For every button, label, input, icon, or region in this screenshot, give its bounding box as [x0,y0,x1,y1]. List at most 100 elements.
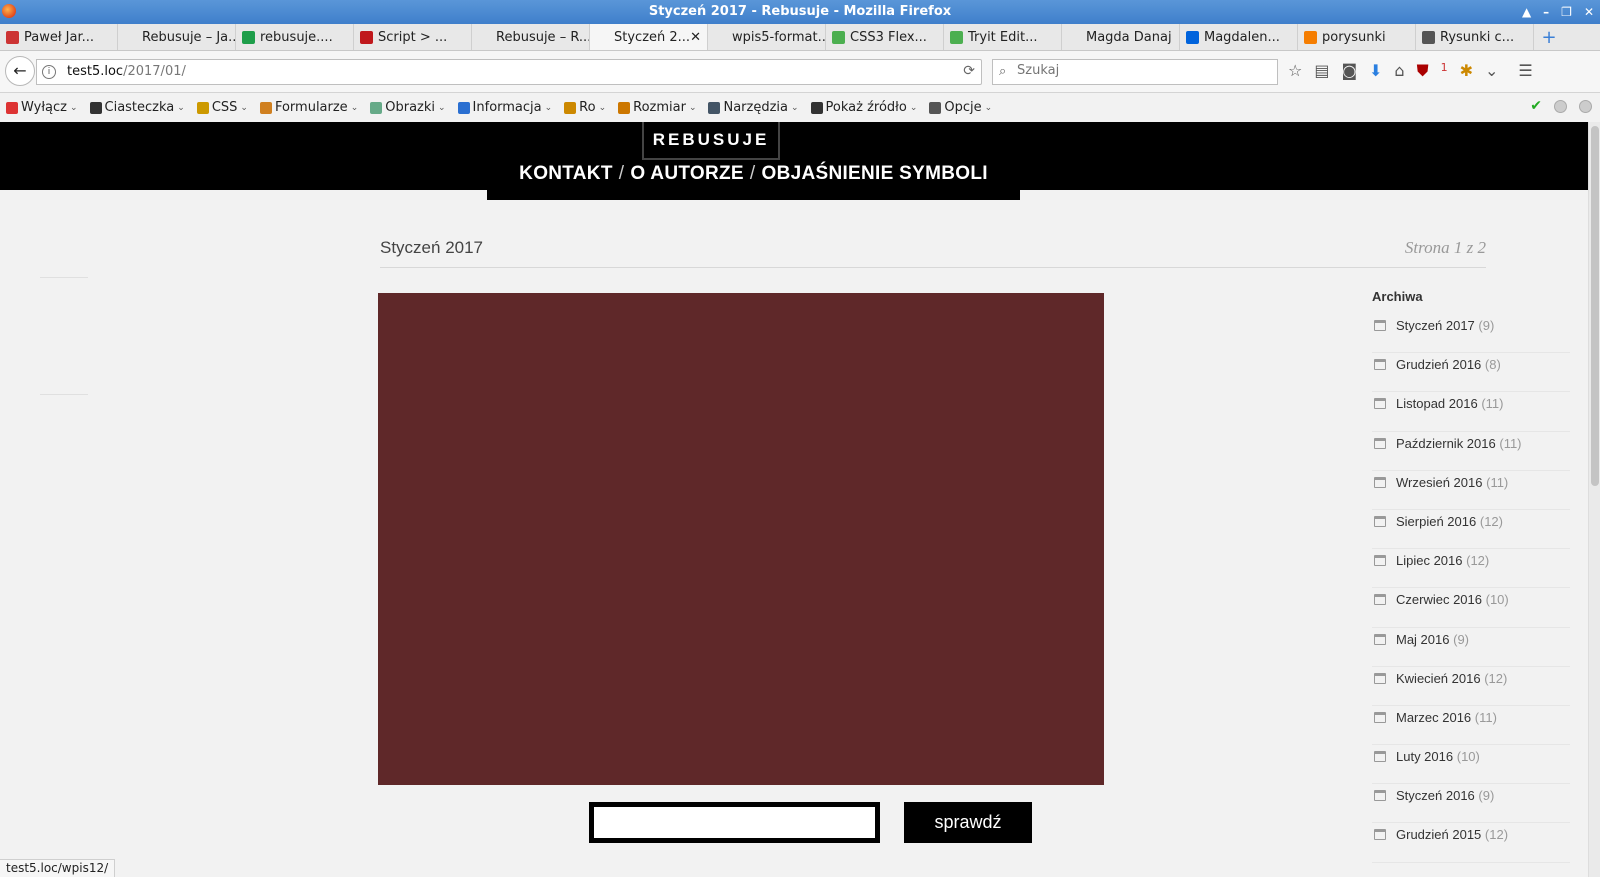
tab-9[interactable]: Magda Danaj [1062,24,1180,50]
tab-4[interactable]: Rebusuje – R... [472,24,590,50]
archive-item: Wrzesień 2016 (11) [1372,471,1570,510]
url-text[interactable]: test5.loc/2017/01/ [67,64,186,79]
devbar-menu-1[interactable]: Ciasteczka ⌄ [84,100,191,115]
menu-separator: / [749,163,756,184]
site-info-icon[interactable]: i [42,65,56,79]
devbar-menu-label: Narzędzia [723,100,788,115]
archive-link[interactable]: Czerwiec 2016 [1396,592,1482,607]
chevron-down-icon: ⌄ [240,102,248,113]
reading-list-icon[interactable]: ▤ [1314,61,1329,81]
tab-5[interactable]: Styczeń 2... ✕ [590,24,708,50]
devbar-menu-0[interactable]: Wyłącz ⌄ [0,100,84,115]
tab-3[interactable]: Script > ... [354,24,472,50]
rebus-image[interactable] [378,293,1104,785]
back-button[interactable]: ← [5,56,35,86]
calendar-icon [1374,320,1386,331]
close-tab-icon[interactable]: ✕ [690,24,701,50]
devbar-menu-10[interactable]: Opcje ⌄ [923,100,998,115]
archive-link[interactable]: Sierpień 2016 [1396,514,1476,529]
tab-8[interactable]: Tryit Edit... [944,24,1062,50]
devbar-menu-4[interactable]: Obrazki ⌄ [364,100,451,115]
devbar-menu-3[interactable]: Formularze ⌄ [254,100,364,115]
calendar-icon [1374,476,1386,488]
tab-label: Rysunki c... [1440,30,1515,45]
menu-link-about[interactable]: O AUTORZE [630,163,744,184]
archive-link[interactable]: Kwiecień 2016 [1396,671,1481,686]
devbar-menu-7[interactable]: Rozmiar ⌄ [612,100,702,115]
bookmark-star-icon[interactable]: ☆ [1288,61,1302,81]
tab-12[interactable]: Rysunki c... [1416,24,1534,50]
extension-badge-icon[interactable]: 1 [1441,61,1448,81]
extension-icon[interactable]: ✱ [1460,61,1473,81]
w3-icon [832,31,845,44]
maximize-icon[interactable]: ❐ [1561,0,1572,24]
devbar-menu-6[interactable]: Ro ⌄ [558,100,612,115]
reload-icon[interactable]: ⟳ [963,63,975,79]
downloads-icon[interactable]: ⬇ [1369,61,1382,81]
archive-link[interactable]: Styczeń 2016 [1396,788,1475,803]
archive-link[interactable]: Luty 2016 [1396,749,1453,764]
archive-count: (9) [1453,631,1469,647]
home-icon[interactable]: ⌂ [1394,61,1404,81]
devbar-menu-2[interactable]: CSS ⌄ [191,100,254,115]
archive-link[interactable]: Październik 2016 [1396,436,1496,451]
menu-link-symbols[interactable]: OBJAŚNIENIE SYMBOLI [761,163,987,184]
archive-link[interactable]: Grudzień 2015 [1396,827,1481,842]
calendar-icon [1374,515,1386,527]
chevron-down-icon: ⌄ [909,102,918,113]
images-icon [370,101,383,114]
calendar-icon [1374,672,1386,684]
pocket-icon[interactable]: ◙ [1341,61,1357,81]
chevron-down-icon: ⌄ [438,102,446,113]
tab-11[interactable]: porysunki [1298,24,1416,50]
archive-link[interactable]: Listopad 2016 [1396,396,1478,411]
archive-link[interactable]: Lipiec 2016 [1396,553,1463,568]
tab-2[interactable]: rebusuje.... [236,24,354,50]
answer-input[interactable] [589,802,880,843]
archive-item: Styczeń 2016 (9) [1372,784,1570,824]
css-icon [196,101,209,114]
url-bar[interactable]: i test5.loc/2017/01/ ⟳ [36,59,982,85]
minimize-icon[interactable]: – [1543,0,1549,24]
raise-icon[interactable]: ▲ [1522,0,1531,24]
navigation-toolbar: ← i test5.loc/2017/01/ ⟳ ⌕ ☆ ▤ ◙ ⬇ ⌂ ⛊ 1… [0,51,1600,93]
close-window-icon[interactable]: ✕ [1584,0,1594,24]
sidebar-heading: Archiwa [1372,289,1423,304]
hamburger-menu-icon[interactable]: ☰ [1518,61,1532,81]
archive-link[interactable]: Maj 2016 [1396,632,1449,647]
ublock-icon[interactable]: ⛊ [1417,61,1429,81]
flickr-icon [1186,31,1199,44]
archive-link[interactable]: Grudzień 2016 [1396,357,1481,372]
devbar-menu-9[interactable]: Pokaż źródło ⌄ [805,100,924,115]
archive-header: Styczeń 2017 Strona 1 z 2 [380,238,1486,268]
archive-item: Grudzień 2016 (8) [1372,353,1570,393]
archive-link[interactable]: Styczeń 2017 [1396,318,1475,333]
page-scrollbar[interactable] [1588,122,1600,877]
scrollbar-thumb[interactable] [1591,126,1599,486]
devbar-menu-8[interactable]: Narzędzia ⌄ [702,100,804,115]
devbar-menu-5[interactable]: Informacja ⌄ [452,100,559,115]
calendar-icon [1374,790,1386,802]
search-bar[interactable]: ⌕ [992,59,1278,85]
calendar-icon [1374,751,1386,763]
search-input[interactable] [1017,63,1267,78]
new-tab-button[interactable]: + [1534,24,1564,50]
check-answer-button[interactable]: sprawdź [904,802,1032,843]
archive-title: Styczeń 2017 [380,238,484,257]
main-menu: KONTAKT / O AUTORZE / OBJAŚNIENIE SYMBOLI [487,162,1020,186]
archive-list: Styczeń 2017 (9) Grudzień 2016 (8) Listopa… [1372,314,1570,863]
archive-count: (11) [1474,709,1497,725]
tab-7[interactable]: CSS3 Flex... [826,24,944,50]
site-logo[interactable]: REBUSUJE [642,122,780,160]
script-icon [360,31,373,44]
tab-10[interactable]: Magdalen... [1180,24,1298,50]
tab-6[interactable]: wpis5-format... [708,24,826,50]
tab-1[interactable]: Rebusuje – Ja... [118,24,236,50]
overflow-chevron-icon[interactable]: ⌄ [1485,61,1498,81]
page-info: Strona 1 z 2 [1404,238,1486,257]
archive-link[interactable]: Wrzesień 2016 [1396,475,1482,490]
archive-link[interactable]: Marzec 2016 [1396,710,1471,725]
menu-link-contact[interactable]: KONTAKT [519,163,613,184]
chevron-down-icon: ⌄ [791,102,799,113]
tab-0[interactable]: Paweł Jar... [0,24,118,50]
